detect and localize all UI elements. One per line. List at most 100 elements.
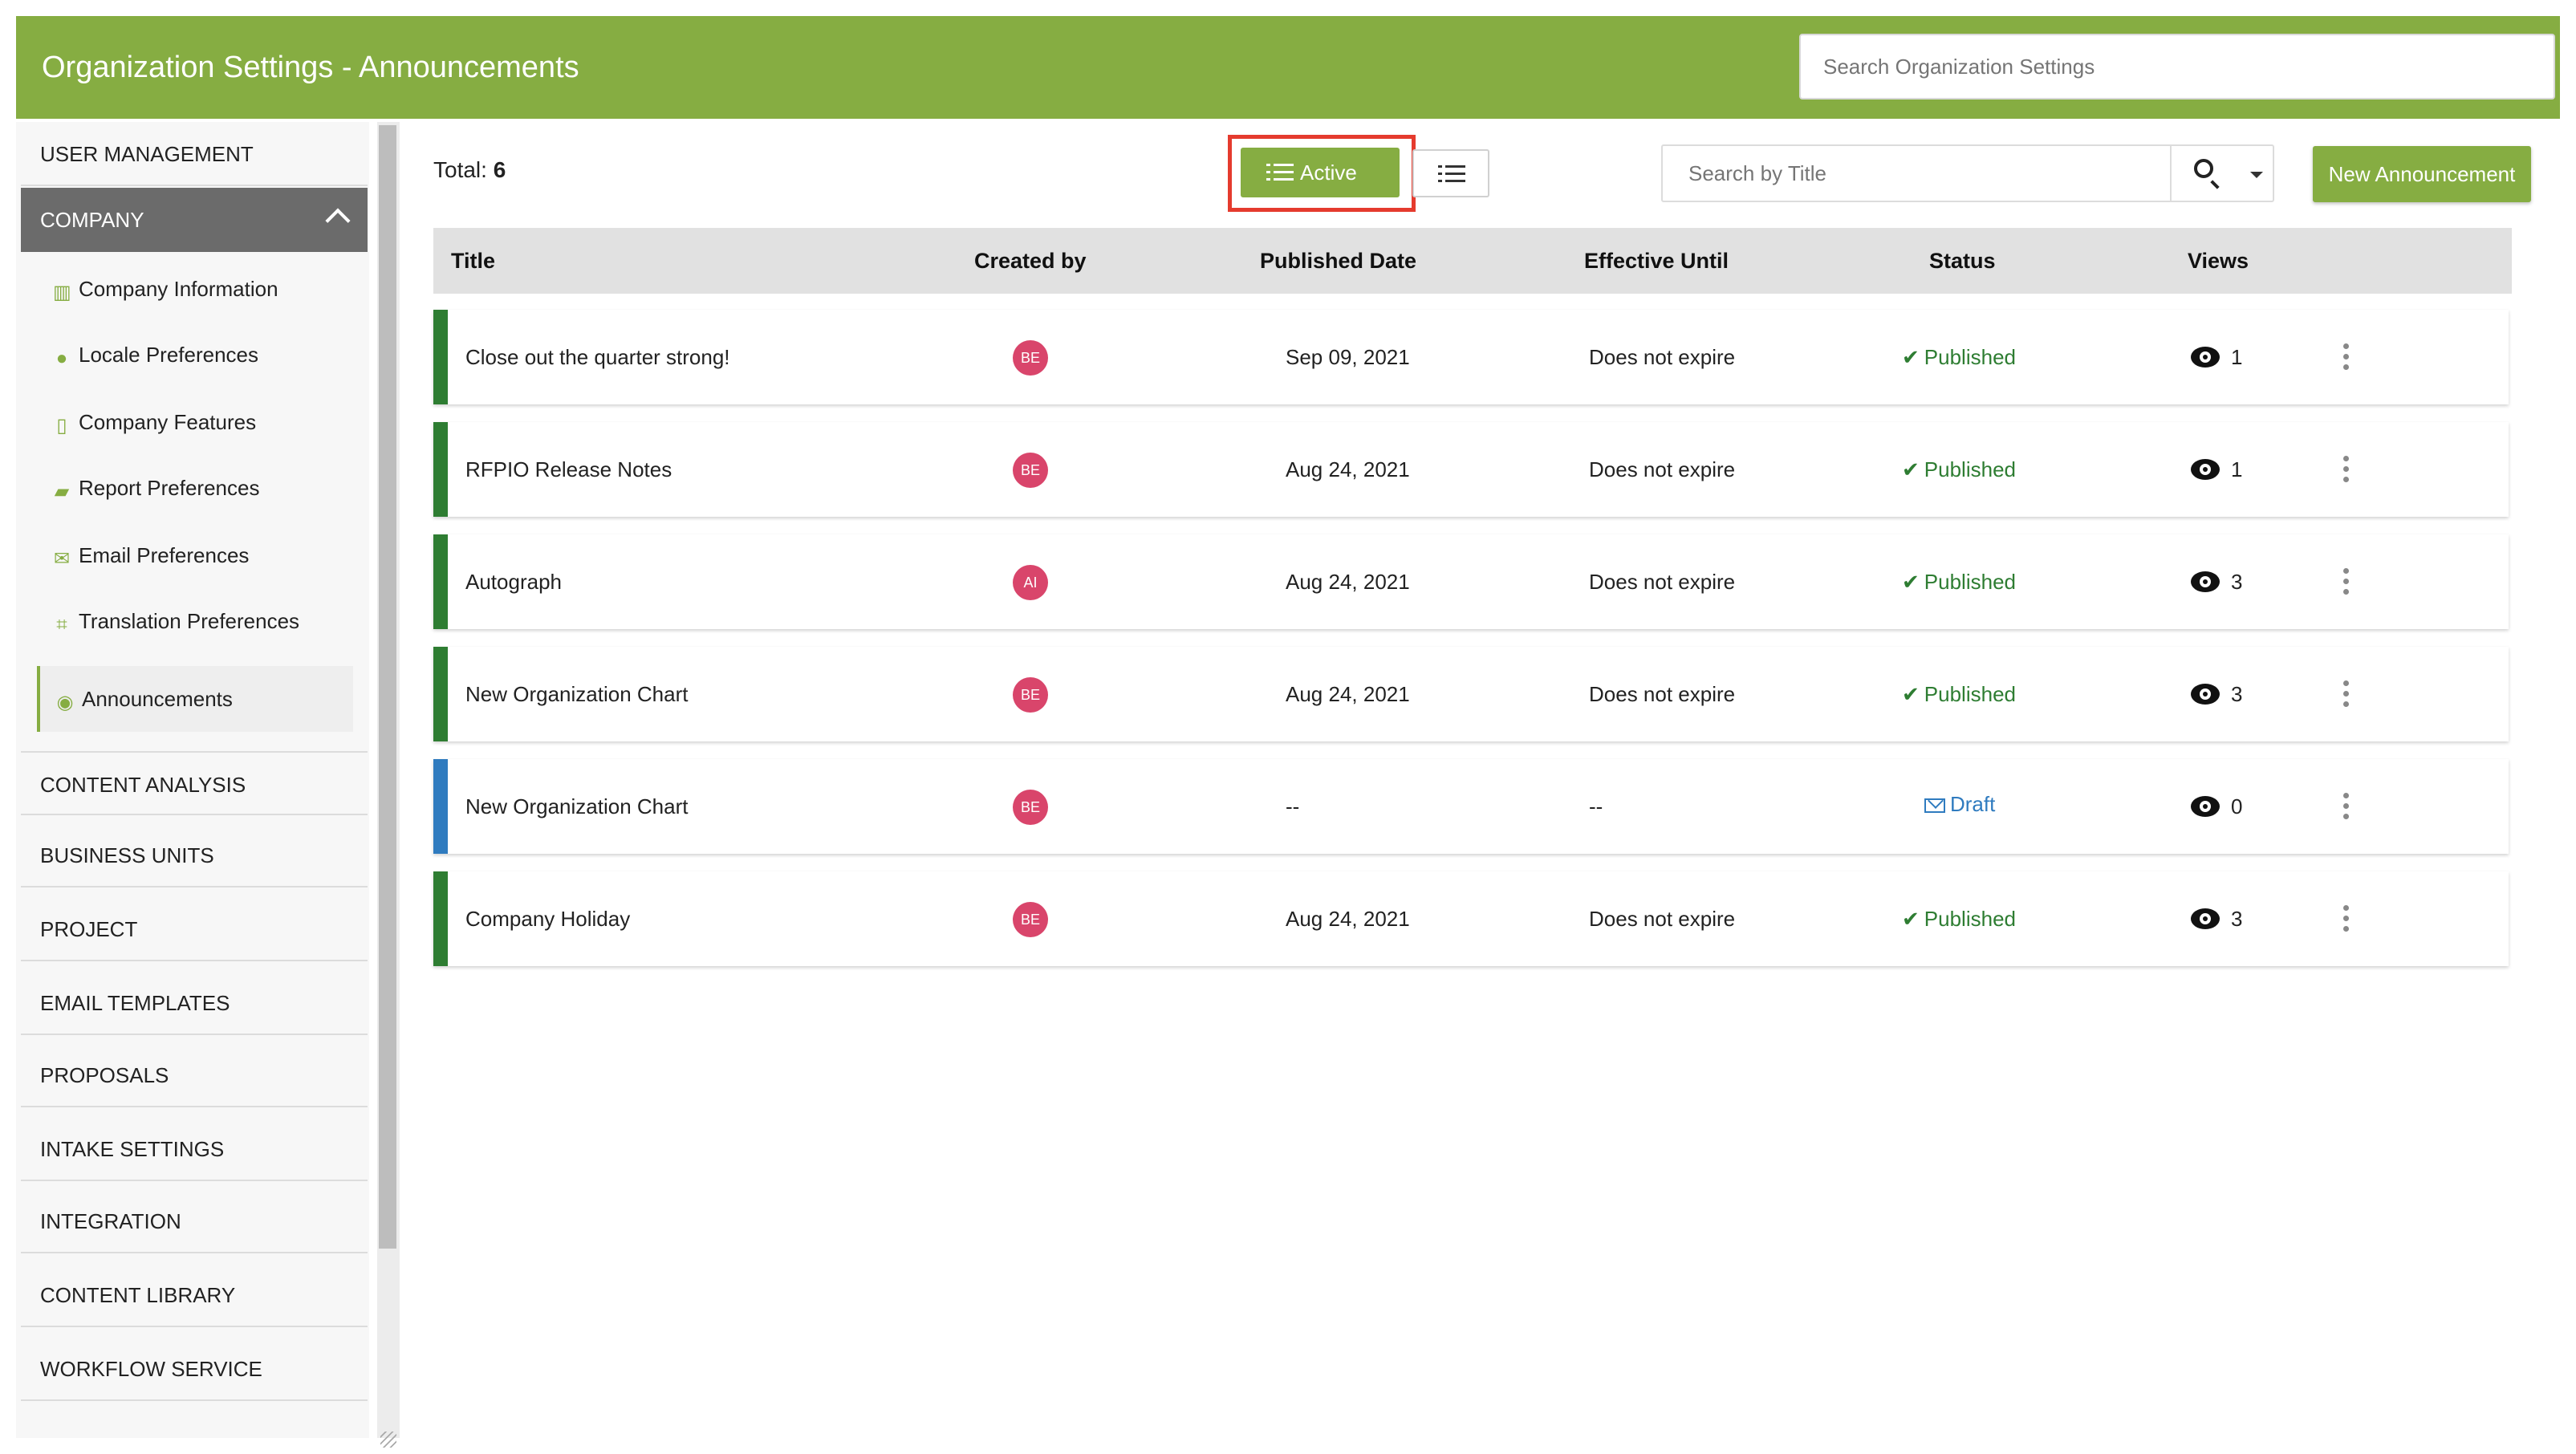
table-row[interactable]: Close out the quarter strong! BE Sep 09,… (433, 310, 2509, 404)
sidebar-item-content-analysis[interactable]: CONTENT ANALYSIS (21, 751, 368, 815)
sidebar-subitem-announcements[interactable]: ◉ Announcements (37, 666, 353, 732)
status-bar (433, 871, 448, 966)
more-options-icon[interactable] (2343, 456, 2350, 483)
search-options-dropdown[interactable] (2242, 144, 2274, 202)
bookmark-icon: ▯ (56, 415, 67, 437)
table-row[interactable]: New Organization Chart BE -- -- Draft 0 (433, 759, 2509, 854)
sidebar-item-email-templates[interactable]: EMAIL TEMPLATES (21, 971, 368, 1035)
views-count: 3 (2231, 907, 2243, 931)
views-count: 1 (2231, 457, 2243, 481)
list-view-button[interactable] (1412, 149, 1489, 197)
announcement-title[interactable]: New Organization Chart (465, 759, 688, 854)
status-text: Published (1924, 345, 2016, 369)
broadcast-icon: ◉ (56, 692, 74, 713)
sidebar-subitem-company-features[interactable]: ▯ Company Features (37, 390, 353, 454)
status-badge: Draft (1924, 759, 1995, 849)
effective-until: Does not expire (1589, 682, 1736, 706)
column-header-published-date[interactable]: Published Date (1260, 228, 1416, 294)
checkmark-icon: ✔ (1902, 570, 1920, 594)
globe-icon: ● (55, 347, 68, 369)
total-value: 6 (493, 157, 506, 182)
table-row[interactable]: Company Holiday BE Aug 24, 2021 Does not… (433, 871, 2509, 966)
sidebar-item-label: USER MANAGEMENT (40, 142, 254, 166)
status-badge: ✔ Published (1902, 422, 2016, 517)
sidebar-item-project[interactable]: PROJECT (21, 897, 368, 961)
sidebar-item-intake-settings[interactable]: INTAKE SETTINGS (21, 1117, 368, 1181)
sidebar-item-user-management[interactable]: USER MANAGEMENT (21, 122, 368, 186)
checkmark-icon: ✔ (1902, 457, 1920, 481)
status-text: Published (1924, 682, 2016, 706)
checkmark-icon: ✔ (1902, 907, 1920, 931)
sidebar-subitem-label: Announcements (82, 687, 233, 711)
search-button[interactable] (2170, 144, 2244, 202)
eye-icon (2191, 908, 2220, 929)
announcement-title[interactable]: New Organization Chart (465, 647, 688, 741)
announcement-title[interactable]: RFPIO Release Notes (465, 422, 672, 517)
sidebar-subitem-label: Locale Preferences (79, 343, 259, 367)
announcement-title[interactable]: Close out the quarter strong! (465, 310, 730, 404)
column-header-title[interactable]: Title (451, 228, 495, 294)
table-row[interactable]: New Organization Chart BE Aug 24, 2021 D… (433, 647, 2509, 741)
title-search-input[interactable] (1661, 144, 2172, 202)
checkmark-icon: ✔ (1902, 345, 1920, 369)
status-text: Published (1924, 457, 2016, 481)
effective-until: Does not expire (1589, 345, 1736, 369)
sidebar-item-content-library[interactable]: CONTENT LIBRARY (21, 1263, 368, 1327)
sidebar-subitem-translation-preferences[interactable]: ⌗ Translation Preferences (37, 589, 353, 653)
book-icon: ▰ (54, 481, 70, 502)
total-count: Total: 6 (433, 157, 506, 183)
page-title: Organization Settings - Announcements (42, 51, 579, 84)
column-header-views[interactable]: Views (2188, 228, 2249, 294)
more-options-icon[interactable] (2343, 568, 2350, 595)
sidebar-subitem-locale-preferences[interactable]: ● Locale Preferences (37, 323, 353, 387)
sidebar-subitem-label: Report Preferences (79, 476, 260, 500)
sidebar-subitem-report-preferences[interactable]: ▰ Report Preferences (37, 456, 353, 520)
sidebar-item-workflow-service[interactable]: WORKFLOW SERVICE (21, 1337, 368, 1401)
sidebar-item-business-units[interactable]: BUSINESS UNITS (21, 823, 368, 887)
effective-until: Does not expire (1589, 457, 1736, 481)
status-badge: ✔ Published (1902, 871, 2016, 966)
more-options-icon[interactable] (2343, 680, 2350, 708)
more-options-icon[interactable] (2343, 793, 2350, 820)
sidebar-item-company[interactable]: COMPANY (21, 188, 368, 252)
announcement-title[interactable]: Company Holiday (465, 871, 630, 966)
sidebar-item-proposals[interactable]: PROPOSALS (21, 1043, 368, 1107)
avatar: AI (1013, 565, 1048, 600)
more-options-icon[interactable] (2343, 905, 2350, 932)
active-view-label: Active (1300, 160, 1357, 185)
avatar: BE (1013, 902, 1048, 937)
column-header-status[interactable]: Status (1929, 228, 1996, 294)
table-row[interactable]: RFPIO Release Notes BE Aug 24, 2021 Does… (433, 422, 2509, 517)
eye-icon (2191, 347, 2220, 368)
org-settings-search-input[interactable] (1799, 34, 2555, 100)
effective-until: -- (1589, 794, 1603, 818)
sidebar-item-label: BUSINESS UNITS (40, 843, 214, 867)
more-options-icon[interactable] (2343, 343, 2350, 371)
sidebar-item-label: WORKFLOW SERVICE (40, 1357, 262, 1381)
sidebar-item-label: EMAIL TEMPLATES (40, 991, 230, 1015)
announcement-title[interactable]: Autograph (465, 534, 562, 629)
status-badge: ✔ Published (1902, 647, 2016, 741)
sidebar-item-label: COMPANY (40, 208, 144, 232)
envelope-icon: ✉ (53, 548, 71, 570)
views-count: 3 (2231, 682, 2243, 706)
active-view-button[interactable]: Active (1241, 148, 1400, 197)
sidebar-subitem-company-information[interactable]: ▥ Company Information (37, 257, 353, 321)
total-label: Total: (433, 157, 487, 182)
status-bar (433, 759, 448, 854)
sidebar-item-integration[interactable]: INTEGRATION (21, 1189, 368, 1253)
sidebar-subitem-label: Company Information (79, 277, 278, 301)
published-date: Aug 24, 2021 (1286, 570, 1410, 594)
published-date: Aug 24, 2021 (1286, 457, 1410, 481)
sidebar-scrollbar-thumb[interactable] (379, 125, 396, 1249)
chevron-up-icon (325, 208, 351, 234)
column-header-created-by[interactable]: Created by (974, 228, 1087, 294)
table-row[interactable]: Autograph AI Aug 24, 2021 Does not expir… (433, 534, 2509, 629)
column-header-effective-until[interactable]: Effective Until (1584, 228, 1729, 294)
new-announcement-button[interactable]: New Announcement (2313, 146, 2531, 202)
sidebar-subitem-email-preferences[interactable]: ✉ Email Preferences (37, 523, 353, 587)
effective-until: Does not expire (1589, 570, 1736, 594)
table-header: Title Created by Published Date Effectiv… (433, 228, 2512, 294)
status-bar (433, 534, 448, 629)
resize-handle-icon[interactable] (380, 1432, 396, 1448)
